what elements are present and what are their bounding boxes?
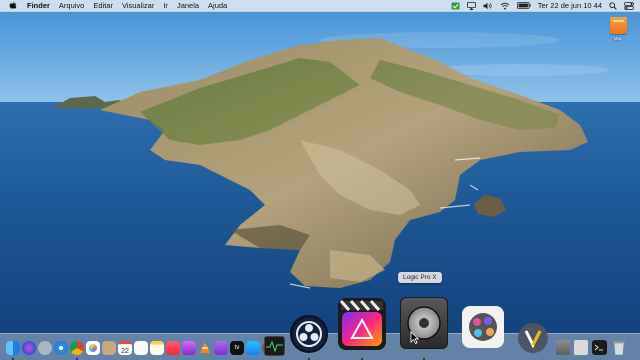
status-app-icon[interactable] xyxy=(451,2,460,10)
menu-editar[interactable]: Editar xyxy=(93,0,113,12)
menu-ajuda[interactable]: Ajuda xyxy=(208,0,227,12)
apple-menu-icon[interactable] xyxy=(9,1,19,10)
music-icon[interactable] xyxy=(166,341,180,355)
apple-tv-icon[interactable]: tv xyxy=(230,341,244,355)
menubar-clock[interactable]: Ter 22 de jun 10 44 xyxy=(538,1,602,10)
siri-icon[interactable] xyxy=(22,341,36,355)
menu-arquivo[interactable]: Arquivo xyxy=(59,0,84,12)
spotlight-icon[interactable] xyxy=(609,1,617,10)
apple-tv-label: tv xyxy=(234,345,240,351)
app-store-icon[interactable] xyxy=(246,341,260,355)
trash-icon[interactable] xyxy=(612,339,626,356)
notes-icon[interactable] xyxy=(150,341,164,355)
reminders-icon[interactable] xyxy=(134,341,148,355)
safari-icon[interactable] xyxy=(54,341,68,355)
volume-icon[interactable] xyxy=(483,2,493,10)
terminal-icon[interactable] xyxy=(592,340,607,355)
wifi-icon[interactable] xyxy=(500,2,510,10)
airplay-icon[interactable] xyxy=(466,1,476,10)
contacts-icon[interactable] xyxy=(102,341,116,355)
photos-icon[interactable] xyxy=(86,341,100,355)
activity-monitor-icon[interactable] xyxy=(264,336,285,356)
logic-pro-icon[interactable] xyxy=(400,297,448,349)
menu-finder[interactable]: Finder xyxy=(27,0,50,12)
downloads-icon[interactable] xyxy=(556,340,570,355)
launchpad-icon[interactable] xyxy=(38,341,52,355)
hard-drive-icon xyxy=(609,17,627,34)
desktop-wallpaper xyxy=(0,0,640,360)
dock-tooltip: Logic Pro X xyxy=(398,272,442,283)
desktop-icon-label: Mac xyxy=(613,36,623,41)
final-cut-pro-icon[interactable] xyxy=(338,298,386,350)
podcasts-icon[interactable] xyxy=(182,341,196,355)
dock: 22 tv xyxy=(0,297,640,360)
obs-icon[interactable] xyxy=(290,315,328,353)
calendar-icon[interactable]: 22 xyxy=(118,341,132,355)
control-center-icon[interactable] xyxy=(624,1,634,10)
podcasts-icon[interactable] xyxy=(214,341,228,355)
finder-icon[interactable] xyxy=(6,341,20,355)
vectorworks-icon[interactable] xyxy=(518,323,548,353)
battery-icon[interactable] xyxy=(516,2,531,9)
vlc-icon[interactable] xyxy=(198,341,212,355)
menu-visualizar[interactable]: Visualizar xyxy=(122,0,154,12)
motion-icon[interactable] xyxy=(462,306,504,348)
chrome-icon[interactable] xyxy=(70,341,84,355)
desktop-icon-mac[interactable]: Mac xyxy=(606,17,630,41)
screenshot-icon[interactable] xyxy=(574,340,588,355)
menu-bar: Finder Arquivo Editar Visualizar Ir Jane… xyxy=(0,0,640,12)
menu-ir[interactable]: Ir xyxy=(163,0,168,12)
mouse-cursor xyxy=(410,331,419,344)
menu-janela[interactable]: Janela xyxy=(177,0,199,12)
calendar-day: 22 xyxy=(121,348,129,355)
